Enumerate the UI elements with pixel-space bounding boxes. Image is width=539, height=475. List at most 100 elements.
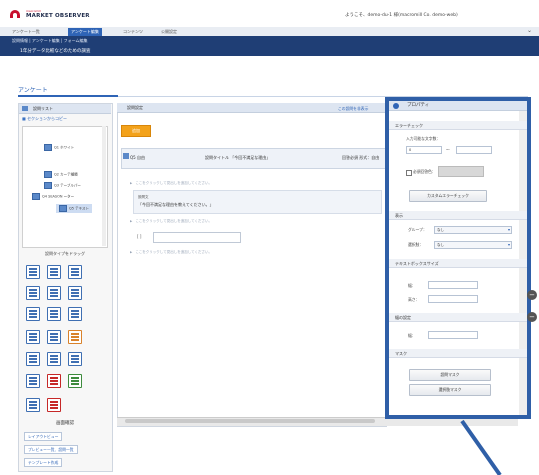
height-input[interactable] [428,295,478,303]
question-icon [32,193,40,200]
gear-icon [393,103,399,109]
color-label: 色： [428,169,436,174]
heading-underline [18,95,118,97]
text-input-icon[interactable] [26,307,40,321]
subnav-links[interactable]: 設問情報 | アンケート編集 | フォーム編集 [12,38,88,44]
group-label: グループ： [408,227,427,232]
property-header: プロパティ [389,101,527,111]
template-create-button[interactable]: テンプレート作成 [24,458,63,467]
matrix-icon[interactable] [68,265,82,279]
height-label: 高さ： [408,297,420,302]
date-icon[interactable] [26,352,40,366]
required-label: 必須回答 [413,169,429,174]
nav-item-publish[interactable]: 公開設定 [158,28,180,36]
hide-question-link[interactable]: この設問を非表示 [338,106,368,112]
mask-section: マスク [389,349,527,358]
question-body-label: 設問文 [138,195,149,199]
window-icon[interactable] [68,352,82,366]
width-section: 幅の設定 [389,313,527,322]
brand-logo-text[interactable]: MARKET OBSERVER [26,13,90,19]
list-icon [22,106,28,111]
page-break-icon[interactable] [26,374,40,388]
min-chars-input[interactable]: 0 [406,146,442,154]
grid-icon[interactable] [68,286,82,300]
width-input[interactable] [428,281,478,289]
page-title: アンケート [18,87,48,94]
number-input-icon[interactable] [47,307,61,321]
file-icon[interactable] [47,352,61,366]
textarea-icon[interactable] [26,330,40,344]
question-mask-button[interactable]: 設問マスク [409,369,491,381]
tree-scrollbar[interactable] [102,126,106,246]
width-label: 幅： [408,283,416,288]
question-type-header: 設問タイプをドラッグ [45,251,85,256]
question-id: Q5 自由 [130,155,145,160]
required-checkbox[interactable] [406,170,412,176]
question-icon [44,171,52,178]
question-list-title: 設問リスト [33,106,53,111]
callout-line [460,419,502,475]
add-heading-hint[interactable]: ここをクリックして見出しを追加してください。 [130,181,212,186]
preview-heading: 画面確認 [56,421,74,426]
user-greeting: ようこそ、demo-du-1 様(macromill Co. demo-web) [345,13,458,18]
tree-item-selected[interactable]: Q5 テキスト [56,204,92,213]
chevron-down-icon[interactable]: ⌄ [527,27,532,34]
nav-item-survey-list[interactable]: アンケート一覧 [9,28,43,36]
stop-icon[interactable] [47,374,61,388]
scroll-down-icon[interactable]: − [527,312,537,322]
question-icon [123,153,129,159]
question-list-header: 設問リスト [19,104,111,114]
copy-from-section-label: セクションからコピー [27,116,68,121]
choice-label: 選択肢： [408,242,424,247]
tree-item[interactable]: Q2 カーテ種類 [44,171,78,178]
matrix-multi-icon[interactable] [47,286,61,300]
choice-mask-button[interactable]: 選択肢マスク [409,384,491,396]
number-icon[interactable] [47,398,61,412]
question-icon [44,144,52,151]
question-title: 設問タイトル 「今回不満足な理由」 [205,155,271,160]
nav-item-survey-edit[interactable]: アンケート編集 [68,28,102,36]
survey-title: 1年分データ比較などのための調査 [20,49,91,54]
width2-label: 幅： [408,333,416,338]
width2-input[interactable] [428,331,478,339]
multi-choice-icon[interactable] [47,265,61,279]
max-chars-input[interactable] [456,146,492,154]
tree-item[interactable]: Q1 ホワイト [44,144,74,151]
choice-select[interactable]: なし [434,241,512,249]
list-input-icon[interactable] [47,330,61,344]
color-swatch[interactable] [438,166,484,177]
tilde-separator: 〜 [446,147,450,152]
brand-logo-icon [10,10,20,18]
single-choice-icon[interactable] [26,265,40,279]
nav-item-contents[interactable]: コンテンツ [120,28,146,36]
image-question-icon[interactable] [68,330,82,344]
question-icon [59,205,67,212]
question-body-text: 「今回不満足な理由を教えてください。」 [138,202,214,207]
property-title: プロパティ [407,103,430,108]
min-chars-label: 入力可能な文字数： [406,136,441,141]
scroll-up-icon[interactable]: − [527,290,537,300]
info-icon[interactable] [26,398,40,412]
answer-input[interactable] [153,232,241,243]
person-icon[interactable] [68,374,82,388]
add-heading-hint[interactable]: ここをクリックして見出しを追加してください。 [130,219,212,224]
rank-icon[interactable] [68,307,82,321]
copy-from-section-link[interactable]: ■ セクションからコピー [22,116,67,122]
group-select[interactable]: なし [434,226,512,234]
layout-view-button[interactable]: レイアウトビュー [24,432,63,441]
add-heading-hint[interactable]: ここをクリックして見出しを追加してください。 [130,250,212,255]
preview-list-button[interactable]: プレビュー一覧、設問一覧 [24,445,78,454]
question-settings-title: 設問設定 [127,105,143,110]
question-meta: 回答必須 形式：自由 [342,155,380,160]
tree-item[interactable]: Q3 テーブルパー [44,182,81,189]
textbox-size-section: テキストボックスサイズ [389,259,527,268]
add-button[interactable]: 追加 [121,125,151,137]
error-check-section: エラーチェック [389,121,527,130]
question-icon [44,182,52,189]
display-section: 表示 [389,211,527,220]
custom-error-check-button[interactable]: カスタムエラーチェック [409,190,487,202]
answer-bracket: [ ] [137,234,142,239]
scrollbar-thumb[interactable] [125,419,375,423]
tree-item[interactable]: Q4 SEASON ーター [32,193,74,200]
dropdown-icon[interactable] [26,286,40,300]
